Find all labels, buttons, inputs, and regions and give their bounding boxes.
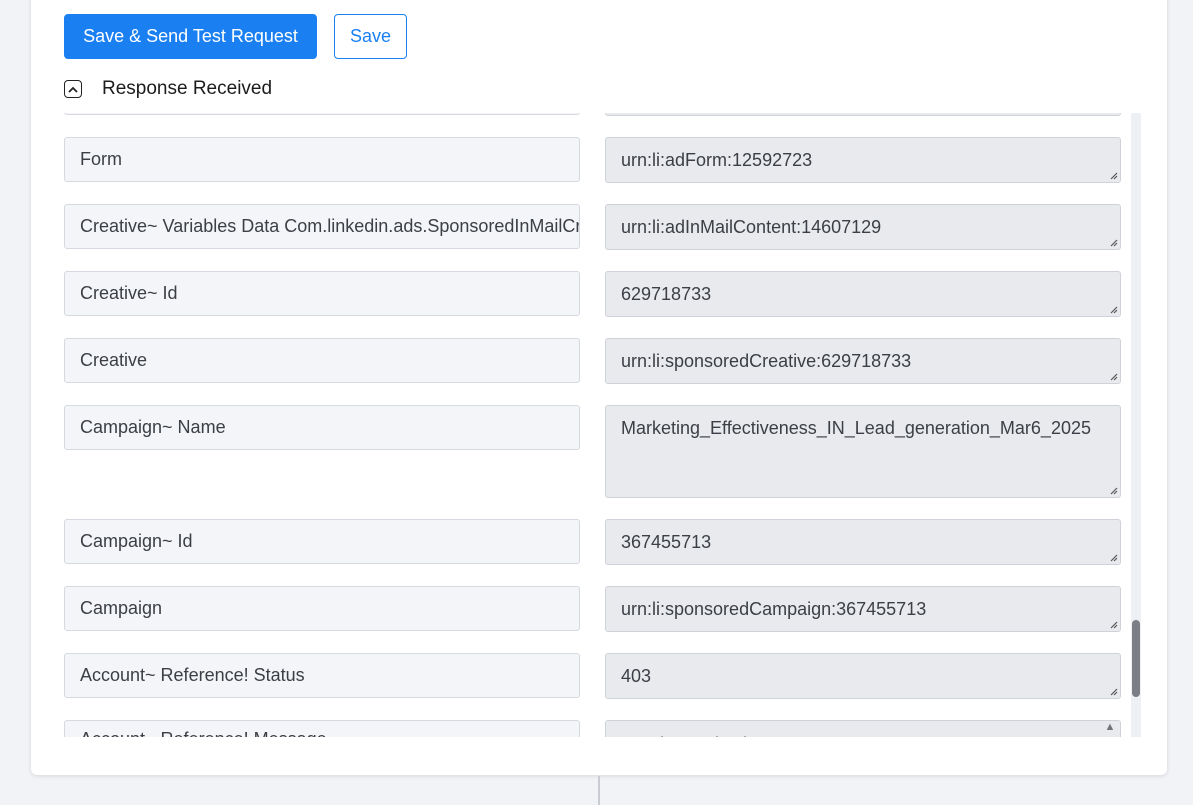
response-fields-list[interactable]: Form urn:li:adForm:12592723 Creative~ Va… (60, 113, 1141, 737)
resize-grip-icon[interactable] (1108, 304, 1118, 314)
field-value[interactable]: Marketing_Effectiveness_IN_Lead_generati… (605, 405, 1121, 498)
chevron-up-icon (68, 86, 78, 93)
field-key: Account~ Reference! Message (64, 720, 580, 737)
field-key: Campaign~ Name (64, 405, 580, 450)
scrollbar-thumb[interactable] (1132, 620, 1140, 697)
field-key: Campaign~ Id (64, 519, 580, 564)
field-value[interactable]: ... using projection BATCH_GET_AD_VERSIO… (605, 720, 1121, 737)
field-value[interactable]: 629718733 (605, 271, 1121, 317)
resize-grip-icon[interactable] (1108, 371, 1118, 381)
resize-grip-icon[interactable] (1108, 170, 1118, 180)
field-key: Campaign (64, 586, 580, 631)
resize-grip-icon[interactable] (1108, 237, 1118, 247)
field-value[interactable]: urn:li:adForm:12592723 (605, 137, 1121, 183)
field-value[interactable] (605, 113, 1121, 116)
field-value[interactable]: urn:li:sponsoredCreative:629718733 (605, 338, 1121, 384)
field-value[interactable]: urn:li:adInMailContent:14607129 (605, 204, 1121, 250)
field-key: Account~ Reference! Status (64, 653, 580, 698)
resize-grip-icon[interactable] (1108, 619, 1118, 629)
field-value[interactable]: 403 (605, 653, 1121, 699)
flow-connector-line (598, 776, 600, 805)
field-value[interactable]: 367455713 (605, 519, 1121, 565)
resize-grip-icon[interactable] (1108, 686, 1118, 696)
field-key: Form (64, 137, 580, 182)
field-key: Creative~ Variables Data Com.linkedin.ad… (64, 204, 580, 249)
resize-grip-icon[interactable] (1108, 552, 1118, 562)
response-received-title: Response Received (102, 78, 273, 99)
resize-grip-icon[interactable] (1108, 485, 1118, 495)
field-value[interactable]: urn:li:sponsoredCampaign:367455713 (605, 586, 1121, 632)
save-button[interactable]: Save (334, 14, 407, 59)
save-and-send-test-request-button[interactable]: Save & Send Test Request (64, 14, 317, 59)
field-key: Creative~ Id (64, 271, 580, 316)
field-key: Creative (64, 338, 580, 383)
field-key (64, 113, 580, 115)
inner-scroll-up-arrow-icon[interactable]: ▲ (1103, 720, 1117, 734)
collapse-response-toggle[interactable] (64, 80, 82, 98)
